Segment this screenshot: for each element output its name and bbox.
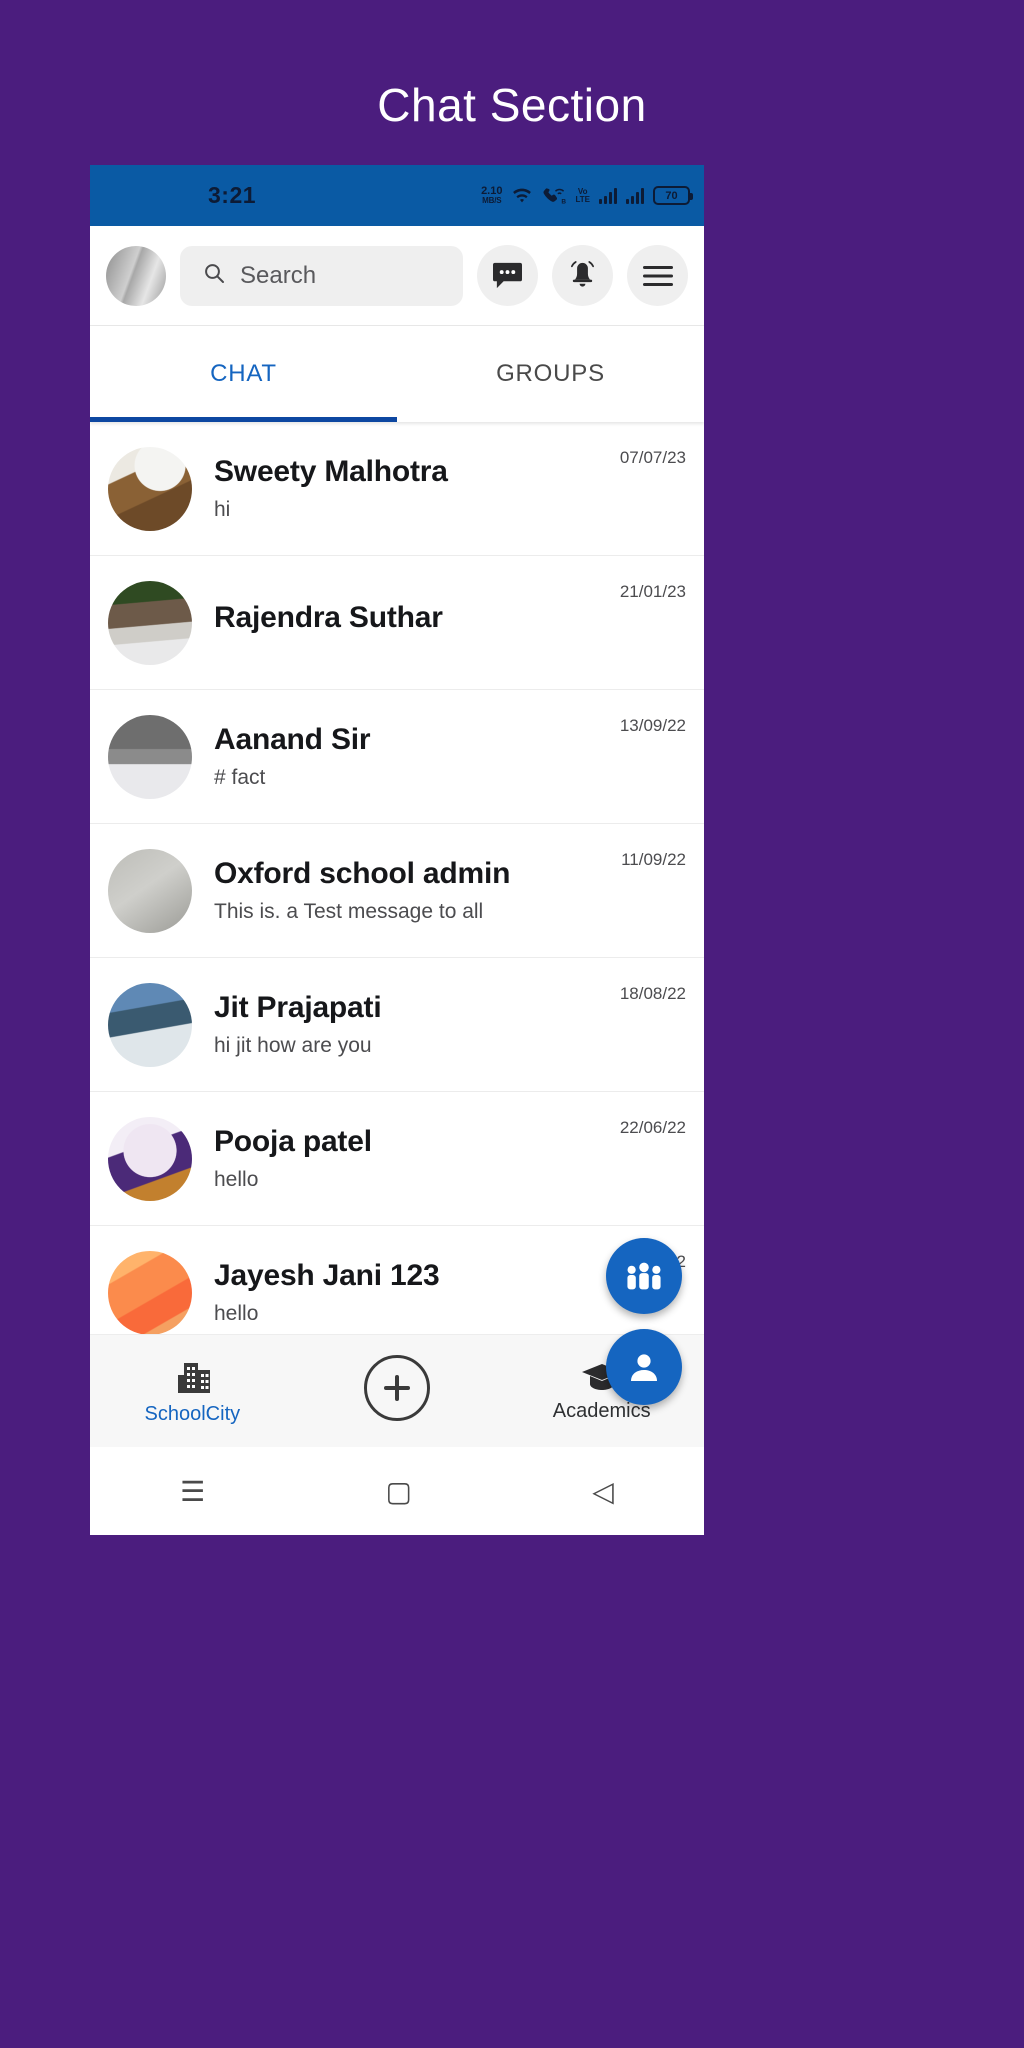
chat-meta: Sweety Malhotra hi — [214, 455, 686, 522]
android-navigation-bar: ☰ ▢ ◁ — [90, 1447, 704, 1535]
battery-icon: 70 — [653, 186, 693, 205]
chat-name: Jit Prajapati — [214, 991, 382, 1025]
chat-bubble-icon — [493, 262, 522, 289]
page-title: Chat Section — [377, 79, 647, 131]
signal-bars-icon — [599, 187, 617, 204]
wifi-icon — [511, 187, 533, 204]
table-row[interactable]: Sweety Malhotra hi 07/07/23 — [90, 422, 704, 556]
table-row[interactable]: Pooja patel hello 22/06/22 — [90, 1092, 704, 1226]
phone-screen: 3:21 2.10 MB/S B Vo LTE 70 Search CHAT G… — [90, 165, 704, 1535]
avatar[interactable] — [106, 245, 166, 306]
network-speed-indicator: 2.10 MB/S — [481, 184, 503, 206]
network-speed-unit: MB/S — [482, 195, 502, 205]
battery-level: 70 — [665, 189, 678, 202]
tab-bar: CHAT GROUPS — [90, 326, 704, 422]
notifications-button[interactable] — [552, 245, 613, 306]
network-speed-value: 2.10 — [481, 184, 503, 197]
table-row[interactable]: Jit Prajapati hi jit how are you 18/08/2… — [90, 958, 704, 1092]
avatar — [108, 1250, 192, 1335]
search-placeholder: Search — [240, 261, 317, 289]
tab-chat[interactable]: CHAT — [90, 326, 397, 422]
chat-meta: Rajendra Suthar — [214, 601, 686, 644]
chat-date: 18/08/22 — [619, 984, 686, 1003]
chat-name: Aanand Sir — [214, 723, 371, 757]
new-chat-fab[interactable] — [606, 1329, 682, 1405]
hamburger-menu-icon — [642, 265, 673, 286]
avatar — [108, 446, 192, 531]
chat-list: Sweety Malhotra hi 07/07/23 Rajendra Sut… — [90, 422, 704, 1360]
chat-name: Rajendra Suthar — [214, 601, 443, 635]
chat-date: 22/06/22 — [619, 1118, 686, 1137]
messages-button[interactable] — [477, 245, 538, 306]
group-chat-fab[interactable] — [606, 1238, 682, 1314]
signal-bars-icon-2 — [626, 187, 644, 204]
status-bar: 3:21 2.10 MB/S B Vo LTE 70 — [90, 165, 704, 226]
chat-name: Sweety Malhotra — [214, 455, 448, 489]
avatar — [108, 1116, 192, 1201]
chat-date: 13/09/22 — [619, 716, 686, 735]
chat-meta: Jit Prajapati hi jit how are you — [214, 991, 686, 1058]
bell-icon — [570, 261, 595, 287]
avatar — [108, 982, 192, 1067]
building-icon — [178, 1362, 211, 1393]
home-button[interactable]: ▢ — [386, 1475, 412, 1508]
table-row[interactable]: Oxford school admin This is. a Test mess… — [90, 824, 704, 958]
table-row[interactable]: Rajendra Suthar 21/01/23 — [90, 556, 704, 690]
table-row[interactable]: Aanand Sir # fact 13/09/22 — [90, 690, 704, 824]
volte-line-2: LTE — [575, 194, 590, 204]
screenshot-root: Chat Section 3:21 2.10 MB/S B Vo LTE 70 … — [0, 0, 1024, 2048]
status-bar-time: 3:21 — [208, 182, 257, 208]
chat-date: 11/09/22 — [621, 850, 686, 869]
chat-message: hello — [214, 1167, 259, 1191]
chat-meta: Aanand Sir # fact — [214, 723, 686, 790]
menu-button[interactable] — [627, 245, 688, 306]
avatar — [108, 848, 192, 933]
chat-name: Pooja patel — [214, 1125, 372, 1159]
avatar — [108, 580, 192, 665]
bottom-nav-schoolcity[interactable]: SchoolCity — [90, 1357, 295, 1426]
avatar — [108, 714, 192, 799]
single-person-icon — [631, 1354, 657, 1381]
bottom-nav-label: SchoolCity — [144, 1402, 241, 1425]
plus-circle-icon — [364, 1355, 430, 1421]
chat-meta: Pooja patel hello — [214, 1125, 686, 1192]
chat-date: 07/07/23 — [619, 448, 686, 467]
group-people-icon — [627, 1262, 661, 1290]
volte-icon: Vo LTE — [575, 187, 590, 204]
chat-message: hi jit how are you — [214, 1033, 372, 1057]
add-button[interactable] — [295, 1355, 500, 1427]
recents-button[interactable]: ☰ — [180, 1475, 205, 1508]
chat-message: This is. a Test message to all — [214, 899, 484, 923]
chat-message: hi — [214, 497, 231, 521]
back-button[interactable]: ◁ — [592, 1475, 614, 1508]
missed-call-icon: B — [542, 187, 566, 205]
chat-message: hello — [214, 1301, 259, 1325]
app-toolbar: Search — [90, 226, 704, 326]
status-bar-icons: 2.10 MB/S B Vo LTE 70 — [481, 184, 693, 206]
chat-date: 21/01/23 — [619, 582, 686, 601]
svg-text:B: B — [562, 198, 567, 205]
chat-meta: Oxford school admin This is. a Test mess… — [214, 857, 686, 924]
search-icon — [202, 261, 226, 290]
search-input[interactable]: Search — [180, 245, 463, 306]
tab-groups[interactable]: GROUPS — [397, 326, 704, 422]
chat-name: Oxford school admin — [214, 857, 511, 891]
chat-message: # fact — [214, 765, 266, 789]
